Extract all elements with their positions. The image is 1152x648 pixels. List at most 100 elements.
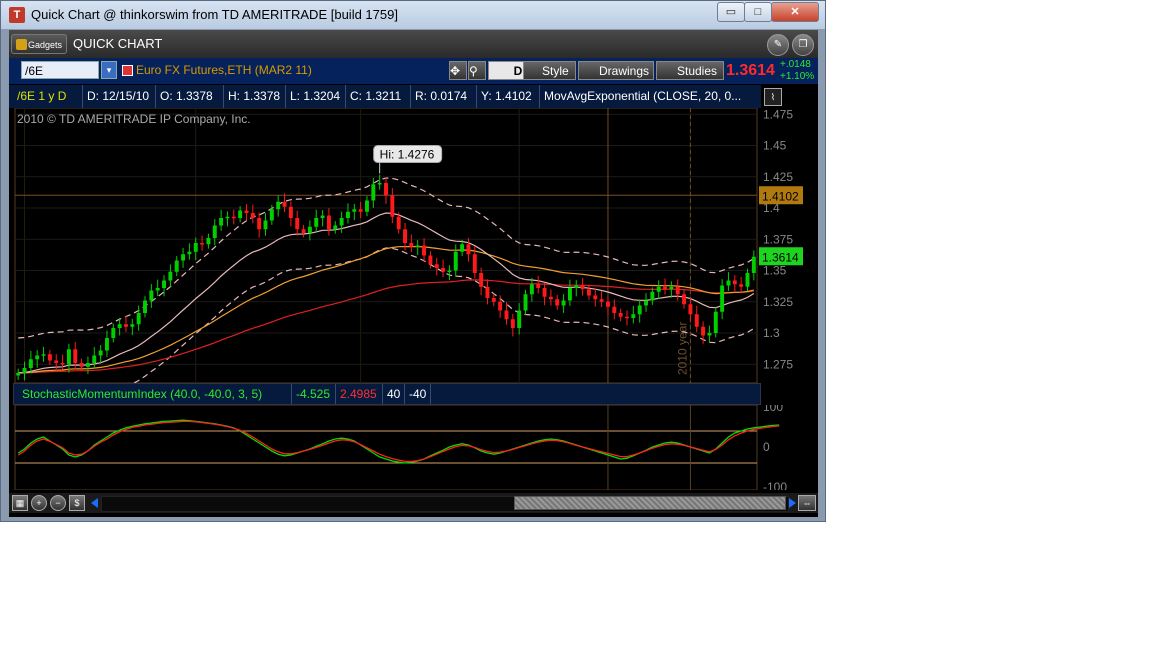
symbol-input[interactable]: /6E	[21, 61, 99, 79]
candle-body	[688, 304, 693, 315]
price-axis-tick-label: 1.475	[763, 108, 793, 121]
candle-body	[599, 299, 604, 302]
candle-body	[16, 373, 21, 376]
candle-body	[92, 355, 97, 363]
candle-body	[130, 324, 135, 327]
candle-body	[574, 285, 579, 288]
pin-icon[interactable]: ✎	[767, 34, 789, 56]
window-titlebar[interactable]: T Quick Chart @ thinkorswim from TD AMER…	[1, 1, 825, 29]
candle-body	[529, 284, 534, 295]
price-axis-tick-label: 1.325	[763, 295, 793, 309]
oscillator-chart[interactable]: 100 0 -100	[9, 405, 818, 490]
candle-body	[618, 313, 623, 317]
studies-button[interactable]: Studies	[656, 61, 724, 80]
candle-body	[276, 201, 281, 210]
detach-icon[interactable]: ❐	[792, 34, 814, 56]
candle-body	[212, 225, 217, 238]
candle-body	[288, 206, 293, 218]
oscillator-axis-tick-label: -100	[763, 480, 787, 490]
candle-body	[542, 288, 547, 297]
percent-change: +1.10%	[780, 71, 815, 82]
style-button[interactable]: Style	[523, 61, 576, 80]
candle-body	[434, 264, 439, 268]
gadgets-button[interactable]: Gadgets	[11, 34, 67, 54]
candle-body	[637, 305, 642, 315]
candle-body	[200, 243, 205, 245]
price-axis-tick-label: 1.425	[763, 170, 793, 184]
info-y: Y: 1.4102	[477, 85, 540, 108]
crosshair-tool-icon[interactable]: ✥	[449, 61, 467, 80]
candle-body	[219, 218, 224, 226]
expand-icon[interactable]: ⇔	[798, 495, 816, 511]
candle-body	[403, 229, 407, 243]
symbol-description: Euro FX Futures,ETH (MAR2 11)	[136, 63, 312, 77]
oscillator-value-4: -40	[405, 384, 431, 404]
price-chart[interactable]: 1.4751.451.4251.41.3751.351.3251.31.275S…	[9, 108, 818, 383]
scroll-right-icon[interactable]	[789, 498, 796, 508]
grid-icon[interactable]: ▦	[12, 495, 28, 511]
studies-label: Studies	[677, 64, 718, 78]
candle-body	[415, 245, 420, 247]
close-button[interactable]: ✕	[771, 2, 819, 22]
oscillator-value-3: 40	[383, 384, 405, 404]
candle-body	[428, 255, 433, 265]
info-date: D: 12/15/10	[83, 85, 156, 108]
candle-body	[314, 218, 319, 227]
candle-body	[60, 363, 65, 365]
candle-body	[352, 209, 357, 212]
candle-body	[523, 294, 528, 311]
candle-body	[555, 299, 560, 306]
candle-body	[586, 289, 591, 296]
window-title: Quick Chart @ thinkorswim from TD AMERIT…	[31, 7, 398, 22]
candle-body	[720, 285, 725, 312]
candle-body	[326, 215, 331, 230]
candle-body	[593, 295, 598, 300]
last-price: 1.3614	[726, 62, 775, 79]
price-axis-tick-label: 1.35	[763, 264, 787, 278]
candle-body	[612, 306, 617, 313]
candle-body	[377, 183, 382, 185]
candle-body	[485, 286, 490, 298]
candle-body	[85, 363, 90, 367]
candle-body	[422, 245, 427, 256]
info-range: R: 0.0174	[411, 85, 477, 108]
scrollbar-thumb[interactable]	[514, 496, 786, 510]
zoom-in-icon[interactable]: +	[31, 495, 47, 511]
zoom-out-icon[interactable]: −	[50, 495, 66, 511]
candle-body	[453, 251, 458, 271]
candle-body	[631, 314, 636, 318]
chart-settings-icon[interactable]: ⌇	[764, 88, 782, 106]
maximize-button[interactable]: □	[744, 2, 772, 22]
dollar-icon[interactable]: $	[69, 495, 85, 511]
candle-body	[22, 368, 27, 373]
candle-body	[396, 216, 401, 230]
candle-body	[339, 218, 344, 226]
candle-body	[675, 286, 680, 295]
candle-body	[257, 218, 262, 230]
symbol-lookup-icon[interactable]: ▾	[101, 61, 117, 79]
y-marker-label: 1.4102	[762, 189, 799, 203]
candle-body	[73, 349, 78, 363]
candle-body	[491, 298, 496, 302]
symbol-flag-icon[interactable]	[122, 65, 133, 76]
candle-body	[447, 270, 452, 272]
candle-body	[726, 280, 731, 286]
thinkorswim-app-icon: T	[9, 7, 25, 23]
candle-body	[193, 243, 198, 252]
candle-body	[263, 220, 268, 230]
scroll-left-icon[interactable]	[91, 498, 98, 508]
link-tool-icon[interactable]: ⚲	[468, 61, 486, 80]
candle-body	[365, 200, 369, 212]
drawings-button[interactable]: Drawings	[578, 61, 654, 80]
candle-body	[124, 324, 128, 327]
oscillator-plot-area	[14, 405, 758, 490]
candle-body	[79, 363, 84, 367]
candle-body	[187, 251, 192, 255]
candle-body	[713, 311, 718, 333]
info-low: L: 1.3204	[286, 85, 346, 108]
candle-body	[466, 244, 471, 255]
candle-body	[650, 291, 655, 301]
candle-body	[143, 300, 147, 313]
last-price-label: 1.3614	[762, 250, 799, 264]
minimize-button[interactable]: ▭	[717, 2, 745, 22]
